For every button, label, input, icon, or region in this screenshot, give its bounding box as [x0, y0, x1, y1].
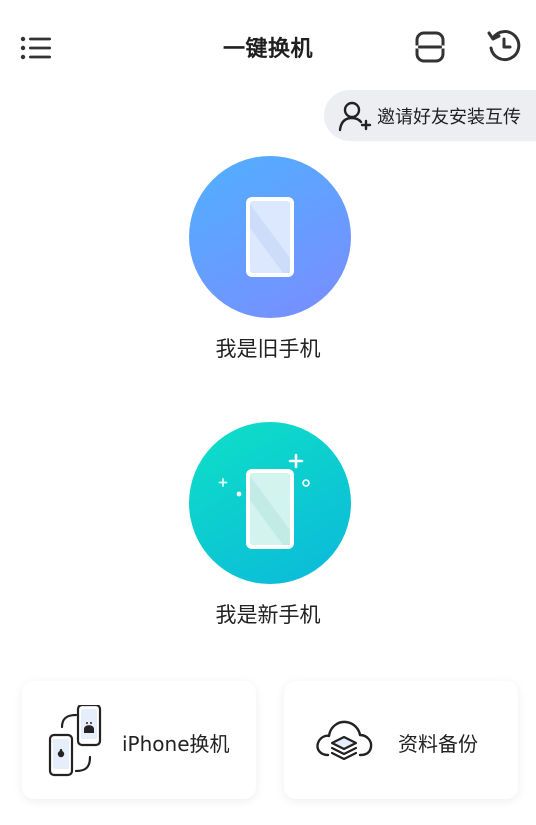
old-phone-button[interactable] [189, 156, 351, 318]
page-title: 一键换机 [222, 37, 313, 62]
invite-friends-label: 邀请好友安装互传 [377, 106, 521, 128]
app-screen: 一键换机 邀请好友安装互传 我是旧手机 我是新手机 iPhone换机 资料备份 [0, 0, 536, 825]
scan-icon [415, 31, 445, 63]
new-phone-label: 我是新手机 [215, 603, 321, 627]
top-bar: 一键换机 [0, 0, 536, 94]
iphone-switch-card[interactable]: iPhone换机 [22, 681, 256, 799]
invite-friends-button[interactable]: 邀请好友安装互传 [324, 90, 536, 141]
cloud-backup-icon [316, 720, 373, 761]
iphone-switch-label: iPhone换机 [122, 732, 230, 756]
phone-icon [246, 197, 294, 277]
old-phone-label: 我是旧手机 [215, 337, 321, 361]
scan-button[interactable] [414, 30, 448, 64]
history-button[interactable] [486, 28, 522, 64]
history-icon [487, 30, 521, 62]
new-phone-button[interactable] [189, 422, 351, 584]
add-user-icon [338, 101, 372, 131]
data-backup-label: 资料备份 [398, 732, 478, 756]
phone-transfer-icon [48, 705, 102, 777]
new-phone-icon [218, 453, 310, 549]
data-backup-card[interactable]: 资料备份 [284, 681, 518, 799]
